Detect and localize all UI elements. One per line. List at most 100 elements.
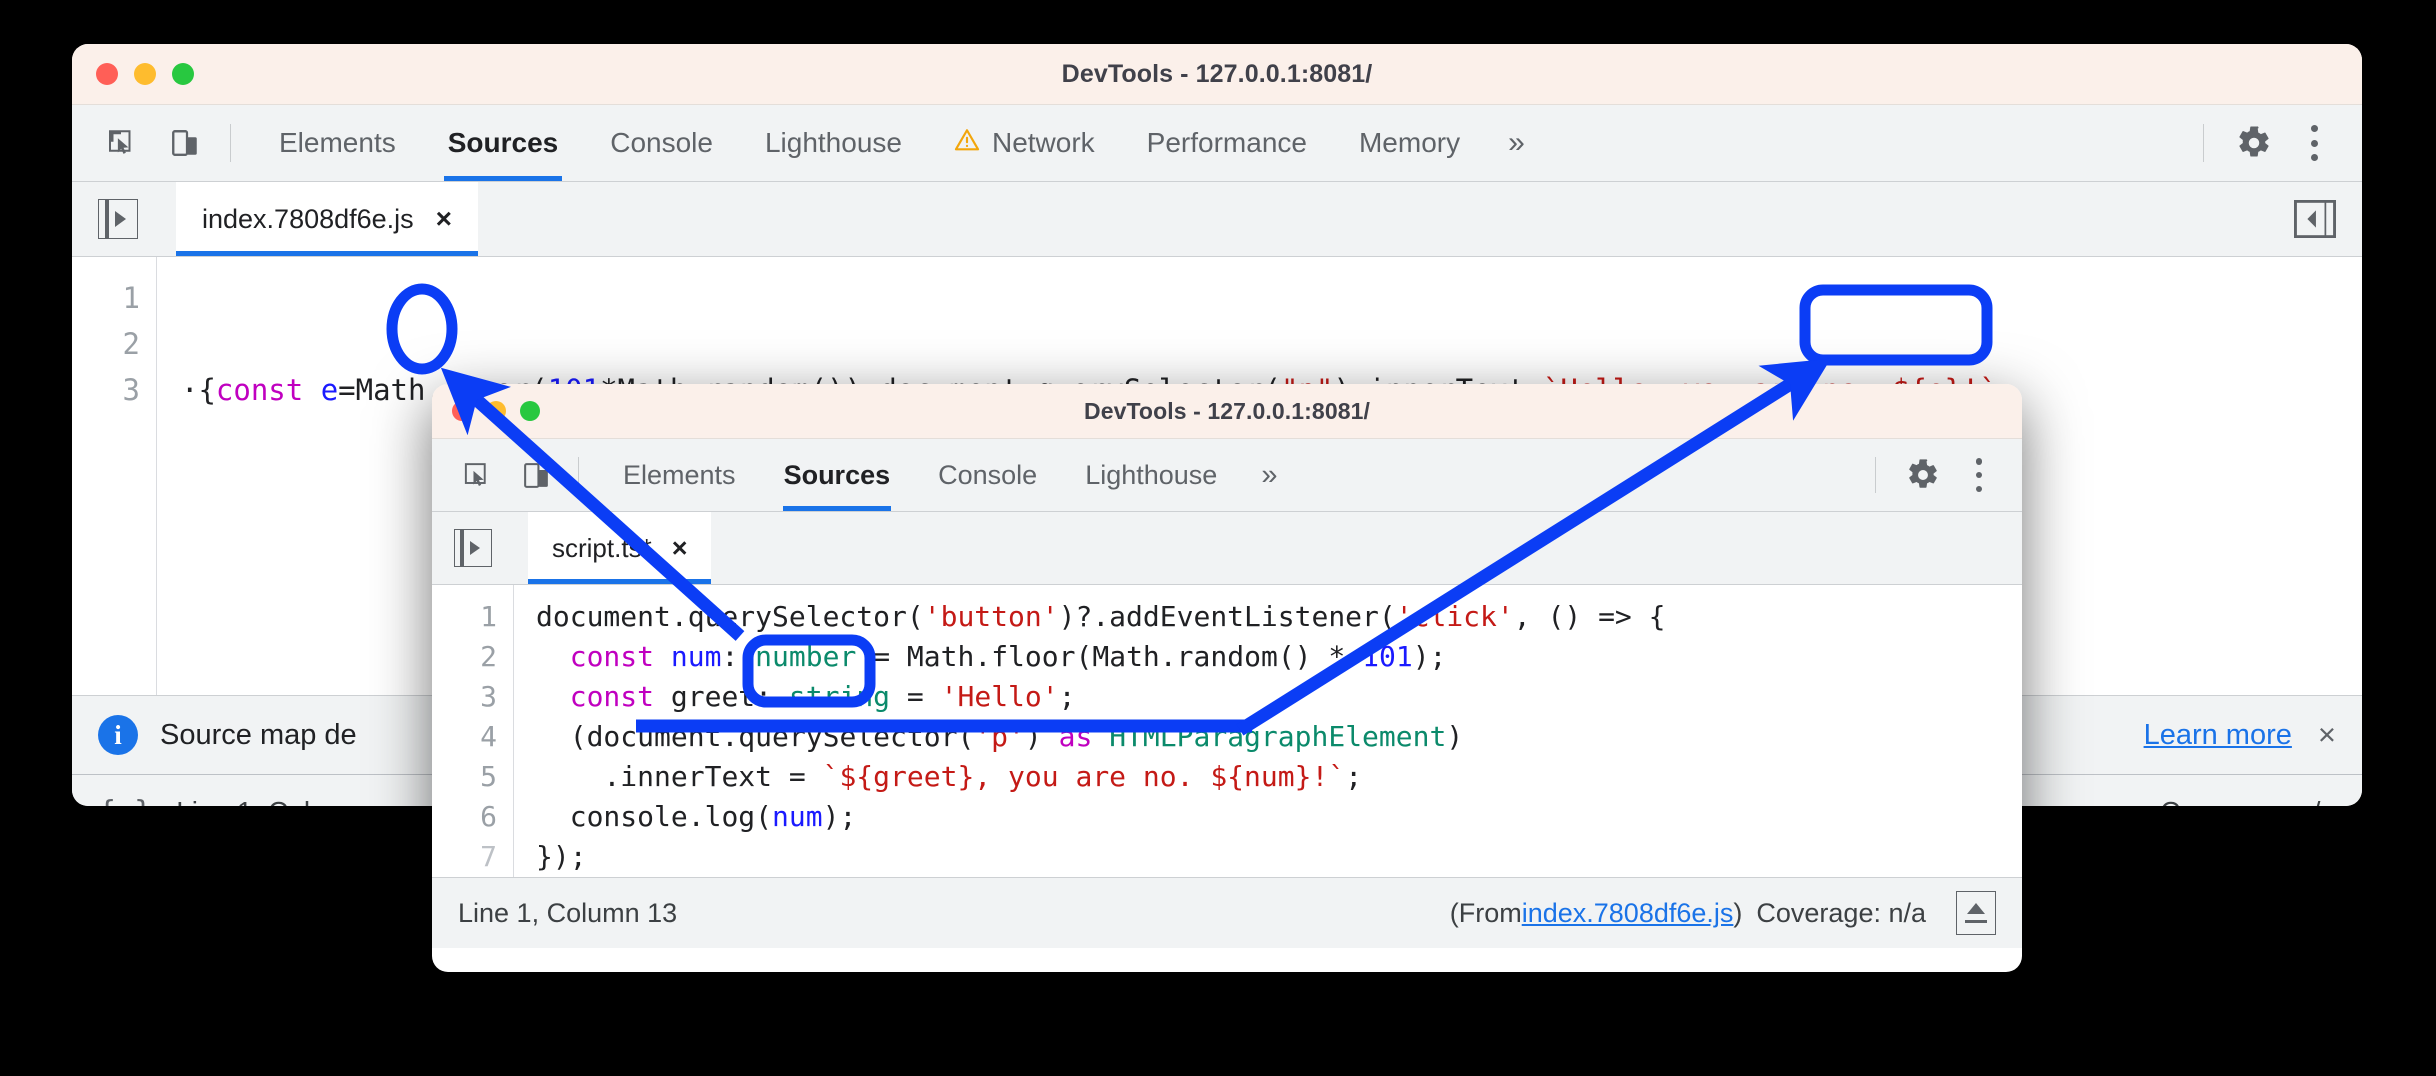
code-token [570, 760, 587, 793]
device-toolbar-icon[interactable] [514, 453, 558, 497]
code-token: num [772, 800, 823, 833]
maximize-window-button[interactable] [520, 401, 540, 421]
code-token: as [1059, 720, 1093, 753]
front-traffic-lights[interactable] [452, 401, 540, 421]
tab-performance-label: Performance [1147, 127, 1307, 159]
front-panel-toolbar[interactable]: Elements Sources #frontwin .ptab.active:… [432, 439, 2022, 512]
code-token: ? [1075, 600, 1092, 633]
toolbar-divider [578, 457, 579, 493]
back-panel-tabs[interactable]: Elements Sources #backwin .ptab.active::… [253, 105, 1545, 181]
tab-elements[interactable]: Elements [599, 439, 760, 511]
back-panel-toolbar[interactable]: Elements Sources #backwin .ptab.active::… [72, 105, 2362, 182]
code-token: . [1160, 640, 1177, 673]
tab-sources-label: Sources [784, 460, 891, 491]
pretty-print-braces-icon[interactable]: { } [98, 795, 152, 807]
file-tab-close-icon[interactable]: × [672, 533, 688, 564]
back-filebar-right[interactable] [2294, 200, 2362, 238]
more-tabs-chevron-icon[interactable]: » [1241, 439, 1295, 511]
code-token: = [789, 760, 806, 793]
infobar-close-icon[interactable]: × [2318, 717, 2336, 753]
tab-lighthouse[interactable]: Lighthouse [739, 105, 928, 181]
file-tab-index-js[interactable]: index.7808df6e.js × #backwin .ftab::afte… [176, 182, 478, 256]
tab-performance[interactable]: Performance [1121, 105, 1333, 181]
from-file-link[interactable]: index.7808df6e.js [1522, 898, 1734, 929]
show-debugger-sidebar-icon[interactable] [2294, 200, 2336, 238]
code-token: ) [1295, 640, 1312, 673]
code-token [1581, 600, 1598, 633]
tab-console[interactable]: Console [914, 439, 1061, 511]
code-token: ; [1345, 760, 1362, 793]
front-panel-tabs[interactable]: Elements Sources #frontwin .ptab.active:… [599, 439, 1295, 511]
code-token-0: ·{ [181, 373, 216, 407]
code-token: ( [907, 600, 924, 633]
code-token [890, 640, 907, 673]
code-token [1312, 640, 1329, 673]
close-window-button[interactable] [452, 401, 472, 421]
front-toolbar-right[interactable] [1851, 452, 2000, 498]
front-statusbar[interactable]: Line 1, Column 13 (From index.7808df6e.j… [432, 877, 2022, 948]
minimize-window-button[interactable] [486, 401, 506, 421]
tab-lighthouse[interactable]: Lighthouse [1061, 439, 1241, 511]
source-map-message: Source map de [160, 719, 357, 752]
code-line-2: const num: number = Math.floor(Math.rand… [536, 637, 2022, 677]
maximize-window-button[interactable] [172, 63, 194, 85]
line-number: 2 [72, 321, 140, 367]
back-traffic-lights[interactable] [96, 63, 194, 85]
inspect-element-icon[interactable] [454, 453, 498, 497]
more-tabs-label: » [1508, 126, 1523, 160]
tab-sources[interactable]: Sources #frontwin .ptab.active::after{wi… [760, 439, 915, 511]
more-tabs-chevron-icon[interactable]: » [1486, 105, 1545, 181]
tab-sources[interactable]: Sources #backwin .ptab.active::after{wid… [422, 105, 585, 181]
code-line-1: document.querySelector('button')?.addEve… [536, 597, 2022, 637]
code-token: ) [1446, 720, 1463, 753]
back-file-tabbar[interactable]: index.7808df6e.js × #backwin .ftab::afte… [72, 182, 2362, 257]
back-titlebar[interactable]: DevTools - 127.0.0.1:8081/ [72, 44, 2362, 105]
code-token [1345, 640, 1362, 673]
code-token: ( [957, 720, 974, 753]
back-toolbar-right[interactable] [2177, 119, 2336, 167]
gear-icon[interactable] [1900, 452, 1946, 498]
front-file-tabbar[interactable]: script.ts* × #frontwin .ftab::after{heig… [432, 512, 2022, 585]
code-token [553, 760, 570, 793]
front-cursor-position: Line 1, Column 13 [458, 898, 677, 929]
code-token: Math [1092, 640, 1159, 673]
show-navigator-icon[interactable] [454, 529, 492, 567]
file-tab-close-icon[interactable]: × [436, 203, 452, 235]
tab-memory[interactable]: Memory [1333, 105, 1486, 181]
tab-elements[interactable]: Elements [253, 105, 422, 181]
tab-network[interactable]: Network [928, 105, 1121, 181]
gear-icon[interactable] [2230, 119, 2278, 167]
device-toolbar-icon[interactable] [162, 120, 208, 166]
kebab-menu-icon[interactable] [2292, 125, 2336, 161]
code-token [536, 640, 553, 673]
file-tab-script-ts[interactable]: script.ts* × #frontwin .ftab::after{heig… [528, 512, 711, 584]
tab-console-label: Console [610, 127, 713, 159]
front-titlebar[interactable]: DevTools - 127.0.0.1:8081/ [432, 384, 2022, 439]
front-statusbar-right[interactable]: (From index.7808df6e.js ) Coverage: n/a [1450, 891, 1996, 935]
code-token: document [587, 720, 722, 753]
code-token-1: const [216, 373, 303, 407]
inspect-element-icon[interactable] [98, 120, 144, 166]
tab-console[interactable]: Console [584, 105, 739, 181]
open-drawer-icon[interactable] [1956, 891, 1996, 935]
infobar-right[interactable]: Learn more × [2144, 717, 2336, 753]
code-token: innerText [620, 760, 772, 793]
code-token [1632, 600, 1649, 633]
learn-more-link[interactable]: Learn more [2144, 719, 2292, 752]
tab-lighthouse-label: Lighthouse [765, 127, 902, 159]
show-navigator-icon[interactable] [98, 199, 138, 239]
tab-memory-label: Memory [1359, 127, 1460, 159]
code-token [1042, 720, 1059, 753]
code-token: ; [1059, 680, 1076, 713]
front-code-content[interactable]: document.querySelector('button')?.addEve… [514, 585, 2022, 877]
kebab-menu-icon[interactable] [1958, 458, 2000, 492]
code-token: = [907, 680, 924, 713]
code-token: addEventListener [1109, 600, 1379, 633]
front-code-editor[interactable]: 1 2 3 4 5 6 7 document.querySelector('bu… [432, 585, 2022, 877]
close-window-button[interactable] [96, 63, 118, 85]
devtools-window-front[interactable]: DevTools - 127.0.0.1:8081/ Elements [432, 384, 2022, 972]
toolbar-divider [230, 124, 231, 162]
back-cursor-position: Line 1, Colum [176, 796, 349, 806]
code-token [890, 680, 907, 713]
minimize-window-button[interactable] [134, 63, 156, 85]
